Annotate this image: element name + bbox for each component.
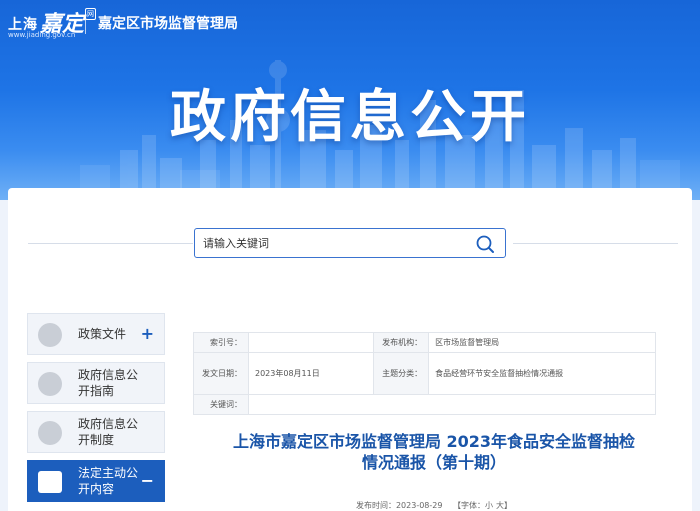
doc-date-label: 发文日期： [193, 352, 249, 395]
page-title: 政府信息公开 [170, 85, 530, 150]
font-label: 【字体： [453, 501, 486, 510]
search-divider-left [28, 243, 193, 244]
sidebar-item-statutory-disclosure[interactable]: 法定主动公开内容 − [27, 460, 165, 502]
document-title-line2: 情况通报（第十期） [361, 453, 506, 472]
publish-info: 发布时间：2023-08-29 【字体：小 大】 [176, 500, 692, 511]
category-label: 主题分类： [373, 352, 430, 395]
document-icon [38, 323, 62, 347]
search-divider-right [513, 243, 678, 244]
publish-time: 发布时间：2023-08-29 [355, 501, 443, 510]
index-label: 索引号： [193, 332, 249, 353]
font-large-button[interactable]: 大】 [496, 501, 512, 510]
sidebar-item-disclosure-guide[interactable]: 政府信息公开指南 [27, 362, 165, 404]
font-size-control: 【字体：小 大】 [453, 501, 512, 510]
system-icon [38, 421, 62, 445]
keywords-label: 关键词： [193, 394, 249, 415]
sidebar-item-label: 政府信息公开制度 [78, 417, 139, 447]
keywords-value [248, 394, 656, 415]
publisher-value: 区市场监督管理局 [428, 332, 656, 353]
logo-badge: 网 [85, 8, 97, 20]
search-input[interactable] [203, 233, 463, 253]
agency-name[interactable]: 嘉定区市场监督管理局 [98, 13, 238, 33]
header-divider [85, 12, 86, 34]
sidebar-item-label: 政策文件 [78, 327, 127, 341]
search-icon[interactable] [475, 234, 495, 254]
main-panel: 政策文件 + 政府信息公开指南 政府信息公开制度 法定主动公开内容 − 索引号：… [8, 188, 692, 511]
document-meta-table: 索引号： 发布机构： 区市场监督管理局 发文日期： 2023年08月11日 主题… [193, 332, 656, 415]
header-banner: 上海 嘉定 网 www.jiading.gov.cn 嘉定区市场监督管理局 政府… [0, 0, 700, 200]
publisher-label: 发布机构： [373, 332, 430, 353]
category-value: 食品经营环节安全监督抽检情况通报 [428, 352, 656, 395]
logo-url: www.jiading.gov.cn [8, 31, 76, 39]
sidebar-item-label: 政府信息公开指南 [78, 368, 139, 398]
sidebar-item-label: 法定主动公开内容 [78, 466, 139, 496]
sidebar-item-policy-docs[interactable]: 政策文件 + [27, 313, 165, 355]
document-content: 索引号： 发布机构： 区市场监督管理局 发文日期： 2023年08月11日 主题… [176, 315, 692, 511]
search-box [194, 228, 506, 258]
index-value [247, 332, 375, 353]
collapse-icon[interactable]: − [141, 473, 154, 489]
guide-icon [38, 372, 62, 396]
font-small-button[interactable]: 小 [485, 501, 493, 510]
document-title: 上海市嘉定区市场监督管理局 2023年食品安全监督抽检 情况通报（第十期） [176, 431, 692, 473]
list-icon [38, 471, 62, 493]
document-title-line1: 上海市嘉定区市场监督管理局 2023年食品安全监督抽检 [232, 432, 636, 451]
doc-date-value: 2023年08月11日 [247, 352, 375, 395]
expand-icon[interactable]: + [141, 326, 154, 342]
sidebar-item-disclosure-system[interactable]: 政府信息公开制度 [27, 411, 165, 453]
